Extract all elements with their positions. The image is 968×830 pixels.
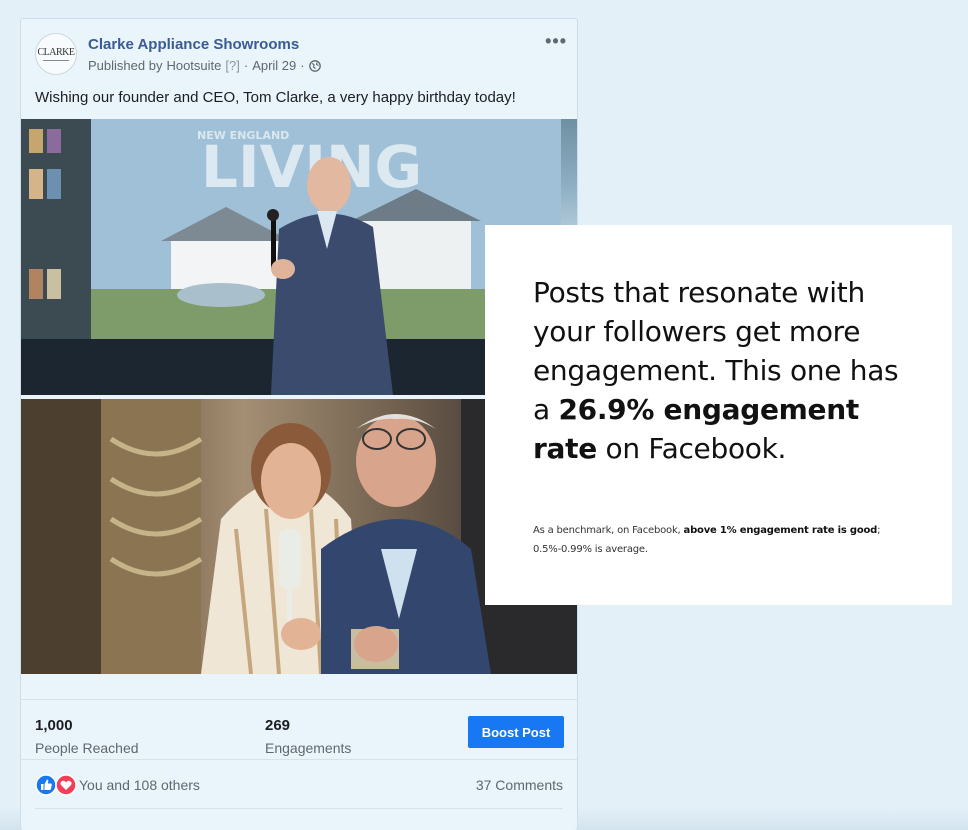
- people-reached-value: 1,000: [35, 717, 73, 734]
- page-avatar[interactable]: CLARKE: [35, 33, 77, 75]
- reactions-divider: [35, 808, 563, 809]
- callout-main-text: Posts that resonate with your followers …: [533, 273, 923, 468]
- engagements-label: Engagements: [265, 740, 352, 756]
- more-dots-icon[interactable]: •••: [545, 31, 567, 52]
- avatar-logo-text: CLARKE: [37, 46, 76, 58]
- people-reached-label: People Reached: [35, 740, 139, 756]
- callout-benchmark-note: As a benchmark, on Facebook, above 1% en…: [533, 521, 913, 559]
- comments-count-link[interactable]: 37 Comments: [476, 777, 563, 793]
- callout-main-post: on Facebook.: [596, 432, 787, 465]
- like-icon[interactable]: [35, 774, 57, 796]
- boost-post-button[interactable]: Boost Post: [468, 716, 564, 748]
- reaction-icons[interactable]: [35, 774, 79, 796]
- post-stats: 1,000 People Reached 269 Engagements Boo…: [21, 699, 577, 760]
- callout-note-bold: above 1% engagement rate is good: [683, 525, 878, 536]
- reactions-summary[interactable]: You and 108 others: [79, 777, 200, 793]
- globe-icon[interactable]: [308, 59, 321, 72]
- meta-separator: ·: [243, 58, 249, 73]
- post-meta: Published by Hootsuite [?] · April 29 ·: [88, 58, 321, 73]
- post-date-link[interactable]: April 29: [252, 58, 296, 73]
- svg-text:NEW ENGLAND: NEW ENGLAND: [197, 129, 289, 142]
- publisher-link[interactable]: Hootsuite: [166, 58, 221, 73]
- callout-note-pre: As a benchmark, on Facebook,: [533, 525, 684, 536]
- meta-separator: ·: [300, 58, 305, 73]
- post-text: Wishing our founder and CEO, Tom Clarke,…: [35, 89, 516, 106]
- page-name-link[interactable]: Clarke Appliance Showrooms: [88, 36, 299, 53]
- avatar-logo-underline: [43, 59, 69, 61]
- engagement-callout-card: Posts that resonate with your followers …: [485, 225, 952, 605]
- love-icon[interactable]: [55, 774, 77, 796]
- reactions-bar: You and 108 others 37 Comments: [21, 759, 577, 809]
- published-by-label: Published by: [88, 58, 163, 73]
- publisher-help-link[interactable]: [?]: [225, 58, 239, 73]
- engagements-value: 269: [265, 717, 291, 734]
